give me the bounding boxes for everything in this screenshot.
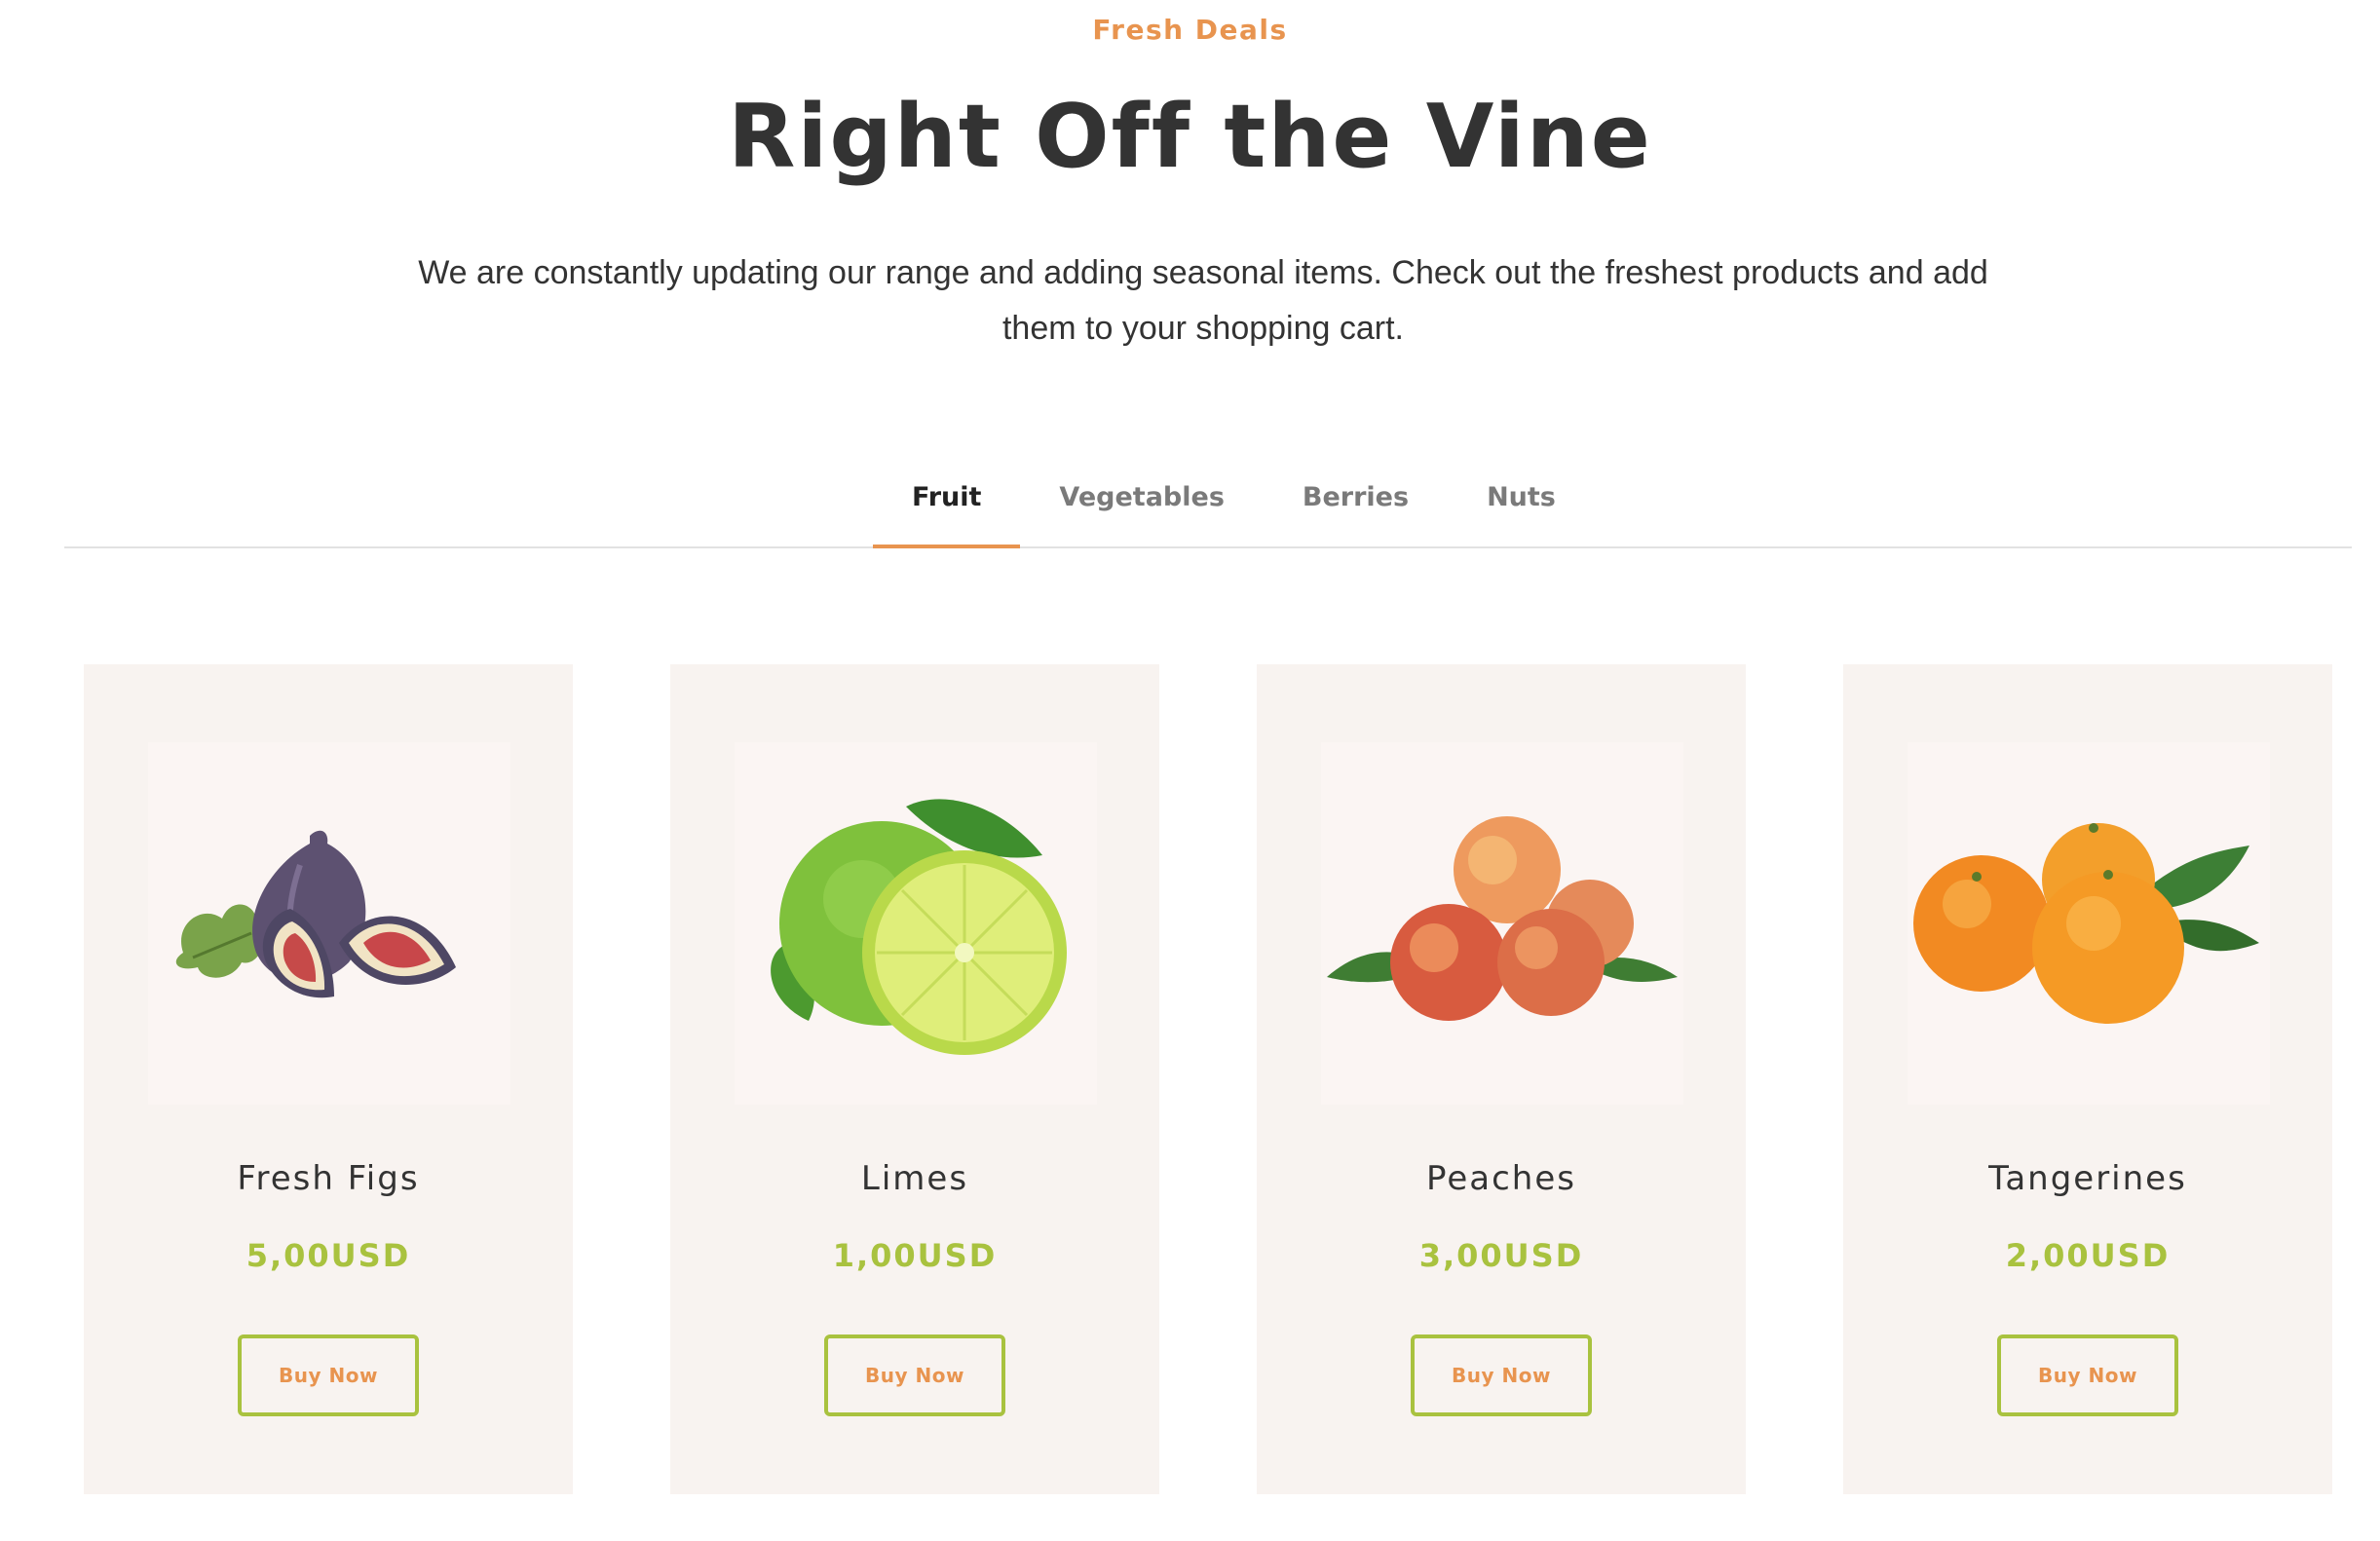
buy-now-button[interactable]: Buy Now (1997, 1334, 2178, 1416)
buy-now-button[interactable]: Buy Now (1411, 1334, 1592, 1416)
product-name: Limes (860, 1159, 969, 1198)
product-card: Fresh Figs 5,00USD Buy Now (84, 664, 573, 1494)
tangerines-image[interactable] (1908, 742, 2270, 1105)
product-price: 2,00USD (2005, 1237, 2171, 1274)
section-eyebrow: Fresh Deals (1092, 14, 1288, 46)
product-name: Peaches (1426, 1159, 1576, 1198)
product-grid: Fresh Figs 5,00USD Buy Now Limes 1,00USD… (84, 664, 2332, 1494)
product-price: 3,00USD (1418, 1237, 1584, 1274)
peaches-image[interactable] (1321, 742, 1683, 1105)
product-card: Limes 1,00USD Buy Now (670, 664, 1159, 1494)
product-price: 1,00USD (832, 1237, 998, 1274)
product-card: Peaches 3,00USD Buy Now (1257, 664, 1746, 1494)
buy-now-button[interactable]: Buy Now (824, 1334, 1005, 1416)
section-title: Right Off the Vine (728, 86, 1652, 188)
limes-image[interactable] (735, 742, 1097, 1105)
tab-fruit[interactable]: Fruit (873, 443, 1021, 548)
product-price: 5,00USD (246, 1237, 411, 1274)
product-name: Tangerines (1988, 1159, 2187, 1198)
tab-berries[interactable]: Berries (1264, 443, 1448, 546)
tab-nuts[interactable]: Nuts (1448, 443, 1595, 546)
section-intro: We are constantly updating our range and… (418, 254, 1988, 347)
product-name: Fresh Figs (237, 1159, 420, 1198)
product-card: Tangerines 2,00USD Buy Now (1843, 664, 2332, 1494)
category-tabs: Fruit Vegetables Berries Nuts (64, 443, 2352, 548)
tab-vegetables[interactable]: Vegetables (1020, 443, 1263, 546)
buy-now-button[interactable]: Buy Now (238, 1334, 419, 1416)
figs-image[interactable] (148, 742, 510, 1105)
